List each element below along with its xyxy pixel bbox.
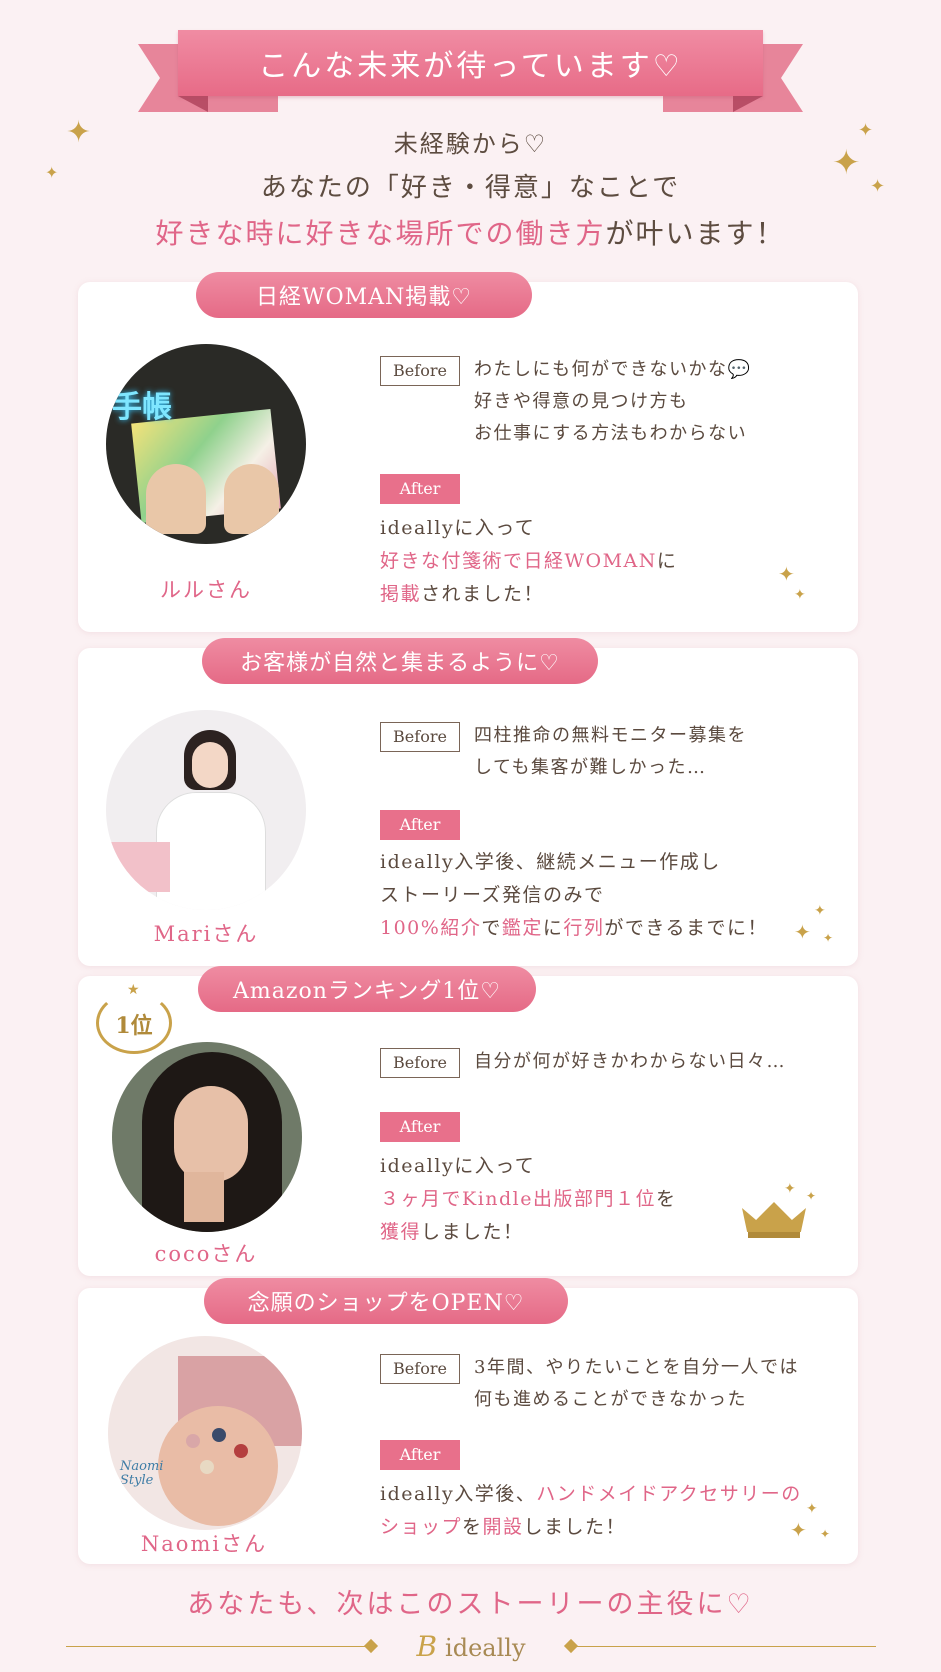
before-text: わたしにも何ができないかな💬 好きや得意の見つけ方も お仕事にする方法もわからな… bbox=[474, 359, 752, 444]
photo-logo-text: Naomi Style bbox=[120, 1459, 164, 1488]
person-name: Naomiさん bbox=[140, 1532, 268, 1556]
sparkle-icon: ✦ bbox=[814, 903, 826, 919]
before-text: 四柱推命の無料モニター募集を しても集客が難しかった… bbox=[474, 725, 747, 778]
rank-badge: ★ 1位 bbox=[94, 982, 174, 1056]
brand-footer: Bideally bbox=[66, 1630, 876, 1663]
avatar: Naomi Style bbox=[108, 1336, 302, 1530]
after-tag: After bbox=[380, 1112, 460, 1142]
photo-neon-text: 手帳 bbox=[112, 390, 172, 425]
sparkle-icon: ✦ bbox=[794, 587, 806, 603]
header-ribbon: こんな未来が待っています♡ bbox=[138, 30, 803, 116]
sparkle-icon: ✦ bbox=[784, 1181, 796, 1197]
before-text: 自分が何が好きかわからない日々… bbox=[474, 1051, 786, 1072]
case-title: 日経WOMAN掲載♡ bbox=[196, 272, 532, 318]
case-title: お客様が自然と集まるように♡ bbox=[202, 638, 598, 684]
intro-text: 未経験から♡ あなたの「好き・得意」なことで 好きな時に好きな場所での働き方が叶… bbox=[0, 122, 941, 258]
before-tag: Before bbox=[380, 356, 460, 386]
intro-line-2: あなたの「好き・得意」なことで bbox=[260, 173, 681, 203]
case-card-3: Amazonランキング1位♡ ★ 1位 cocoさん Before 自分が何が好… bbox=[78, 966, 858, 1276]
person-name: Mariさん bbox=[153, 922, 259, 946]
crown-icon bbox=[742, 1202, 806, 1238]
after-tag: After bbox=[380, 474, 460, 504]
case-title: 念願のショップをOPEN♡ bbox=[204, 1278, 568, 1324]
star-icon: ★ bbox=[127, 982, 140, 998]
brand-logo: Bideally bbox=[416, 1630, 526, 1663]
intro-line-1: 未経験から♡ bbox=[393, 130, 548, 158]
person-name: cocoさん bbox=[154, 1242, 258, 1266]
case-card-1: 日経WOMAN掲載♡ 手帳 ルルさん Before わたしにも何ができないかな💬… bbox=[78, 272, 858, 632]
after-text: ideallyに入って ３ヶ月でKindle出版部門１位を 獲得しました！ bbox=[380, 1155, 677, 1243]
case-card-2: お客様が自然と集まるように♡ Mariさん Before 四柱推命の無料モニター… bbox=[78, 638, 858, 966]
case-card-4: 念願のショップをOPEN♡ Naomi Style Naomiさん Before… bbox=[78, 1278, 858, 1564]
sparkle-icon: ✦ bbox=[778, 562, 795, 586]
sparkle-icon: ✦ bbox=[806, 1501, 818, 1517]
after-tag: After bbox=[380, 1440, 460, 1470]
after-tag: After bbox=[380, 810, 460, 840]
sparkle-icon: ✦ bbox=[794, 920, 811, 944]
intro-line-3: 好きな時に好きな場所での働き方が叶います！ bbox=[155, 217, 786, 250]
page: こんな未来が待っています♡ ✦ ✦ ✦ ✦ ✦ 未経験から♡ あなたの「好き・得… bbox=[0, 0, 941, 1672]
ribbon-title: こんな未来が待っています♡ bbox=[178, 30, 763, 96]
after-text: ideallyに入って 好きな付箋術で日経WOMANに 掲載されました！ bbox=[380, 517, 678, 605]
sparkle-icon: ✦ bbox=[790, 1518, 807, 1542]
before-tag: Before bbox=[380, 1048, 460, 1078]
before-tag: Before bbox=[380, 1354, 460, 1384]
avatar bbox=[106, 710, 306, 910]
before-tag: Before bbox=[380, 722, 460, 752]
sparkle-icon: ✦ bbox=[823, 931, 834, 945]
after-text: ideally入学後、ハンドメイドアクセサリーの ショップを開設しました！ bbox=[380, 1483, 802, 1538]
closing-message: あなたも、次はこのストーリーの主役に♡ bbox=[187, 1589, 754, 1620]
intro-highlight: 好きな時に好きな場所での働き方 bbox=[155, 217, 606, 250]
avatar bbox=[112, 1042, 302, 1232]
after-text: ideally入学後、継続メニュー作成し ストーリーズ発信のみで 100%紹介で… bbox=[380, 851, 769, 939]
case-title: Amazonランキング1位♡ bbox=[198, 966, 536, 1012]
sparkle-icon: ✦ bbox=[820, 1527, 831, 1541]
brand-mark-icon: B bbox=[416, 1630, 438, 1663]
sparkle-icon: ✦ bbox=[806, 1189, 817, 1203]
avatar: 手帳 bbox=[106, 344, 306, 544]
person-name: ルルさん bbox=[160, 578, 252, 602]
before-text: 3年間、やりたいことを自分一人では 何も進めることができなかった bbox=[474, 1357, 799, 1410]
